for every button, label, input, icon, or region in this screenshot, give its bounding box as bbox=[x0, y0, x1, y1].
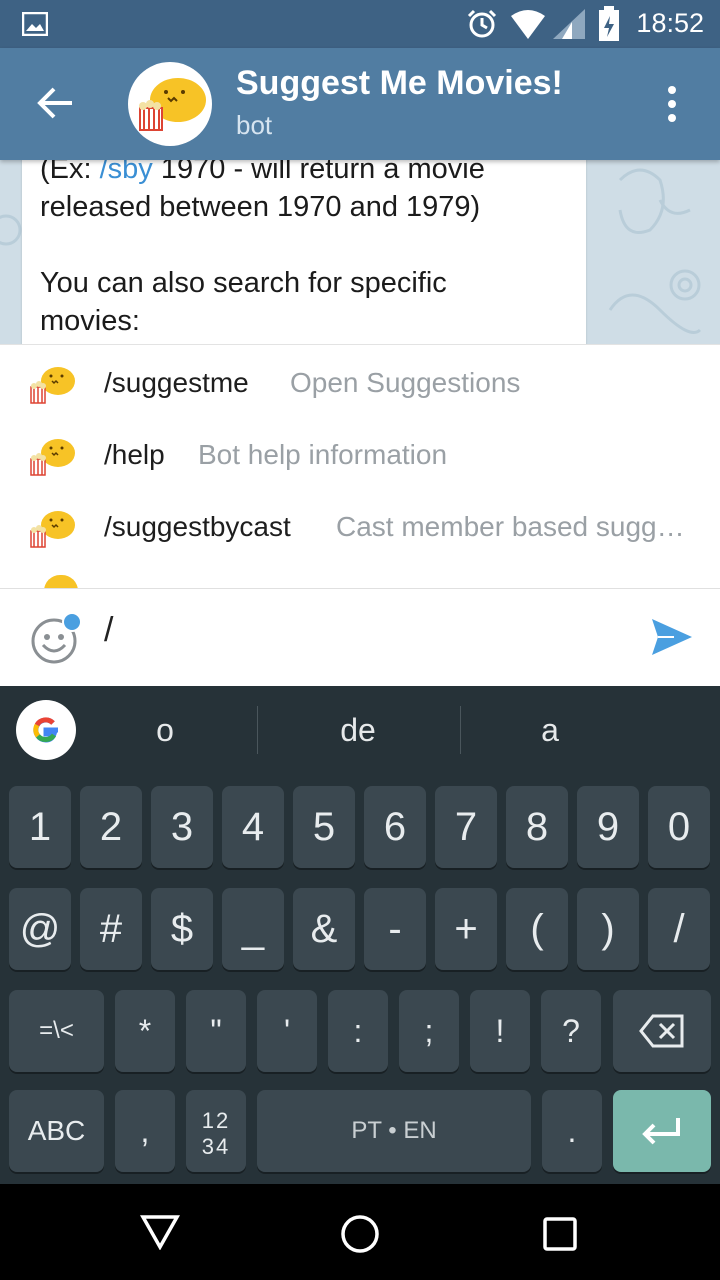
key-dollar[interactable]: $ bbox=[151, 888, 213, 970]
signal-icon bbox=[553, 9, 585, 39]
suggestion-description: Cast member based sugg… bbox=[336, 511, 685, 542]
key-3[interactable]: 3 bbox=[151, 786, 213, 868]
message-bubble: (Ex: /sby 1970 - will return a movie rel… bbox=[22, 160, 586, 344]
popcorn-face-icon bbox=[139, 78, 206, 131]
key-5[interactable]: 5 bbox=[293, 786, 355, 868]
key-more-symbols[interactable]: =\< bbox=[9, 990, 104, 1072]
suggestion-item-partial[interactable] bbox=[0, 563, 720, 589]
key-asterisk[interactable]: * bbox=[115, 990, 175, 1072]
key-numpad[interactable]: 12 34 bbox=[186, 1090, 246, 1172]
key-exclamation[interactable]: ! bbox=[470, 990, 530, 1072]
divider bbox=[257, 706, 258, 754]
chat-area: (Ex: /sby 1970 - will return a movie rel… bbox=[0, 160, 720, 344]
key-period[interactable]: . bbox=[542, 1090, 602, 1172]
key-left-paren[interactable]: ( bbox=[506, 888, 568, 970]
key-space[interactable]: PT • EN bbox=[257, 1090, 531, 1172]
key-comma[interactable]: , bbox=[115, 1090, 175, 1172]
key-at[interactable]: @ bbox=[9, 888, 71, 970]
message-line-4: movies: bbox=[40, 305, 140, 337]
suggestion-description: Open Suggestions bbox=[290, 367, 521, 398]
suggestion-word[interactable]: de bbox=[283, 712, 433, 749]
suggestion-word[interactable]: a bbox=[475, 712, 625, 749]
key-right-paren[interactable]: ) bbox=[577, 888, 639, 970]
suggestion-item[interactable]: /suggestme Open Suggestions bbox=[0, 347, 720, 419]
back-triangle-icon[interactable] bbox=[140, 1214, 180, 1250]
key-colon[interactable]: : bbox=[328, 990, 388, 1072]
popcorn-face-icon bbox=[30, 439, 75, 476]
key-1[interactable]: 1 bbox=[9, 786, 71, 868]
backspace-icon bbox=[639, 1014, 684, 1048]
home-circle-icon[interactable] bbox=[340, 1214, 380, 1254]
key-9[interactable]: 9 bbox=[577, 786, 639, 868]
enter-icon bbox=[642, 1118, 680, 1145]
suggestion-command: /suggestme bbox=[104, 367, 249, 398]
google-g-icon bbox=[33, 717, 58, 743]
key-6[interactable]: 6 bbox=[364, 786, 426, 868]
popcorn-face-icon bbox=[30, 511, 75, 548]
key-backspace[interactable] bbox=[613, 990, 711, 1072]
suggestion-description: Bot help information bbox=[198, 439, 448, 470]
key-enter[interactable] bbox=[613, 1090, 711, 1172]
divider bbox=[460, 706, 461, 754]
suggestion-command: /suggestbycast bbox=[104, 511, 291, 542]
key-plus[interactable]: + bbox=[435, 888, 497, 970]
key-semicolon[interactable]: ; bbox=[399, 990, 459, 1072]
navigation-bar bbox=[0, 1184, 720, 1280]
chat-subtitle: bot bbox=[236, 110, 273, 140]
message-line-1: (Ex: /sby 1970 - will return a movie bbox=[40, 160, 580, 188]
keyboard-suggestion-bar: o de a bbox=[0, 686, 720, 778]
emoji-icon[interactable] bbox=[28, 611, 84, 667]
bot-avatar[interactable] bbox=[128, 62, 212, 146]
key-hash[interactable]: # bbox=[80, 888, 142, 970]
command-suggestions: /suggestme Open Suggestions /help Bot he… bbox=[0, 344, 720, 589]
key-8[interactable]: 8 bbox=[506, 786, 568, 868]
command-link[interactable]: /sby bbox=[100, 160, 153, 185]
clock: 18:52 bbox=[636, 8, 704, 38]
recents-square-icon[interactable] bbox=[542, 1216, 578, 1252]
message-input-bar: / bbox=[0, 588, 720, 687]
keyboard: o de a 1 2 3 4 5 6 7 8 9 0 @ # $ _ & - +… bbox=[0, 686, 720, 1184]
chat-background-pattern bbox=[608, 168, 702, 334]
key-4[interactable]: 4 bbox=[222, 786, 284, 868]
send-icon[interactable] bbox=[650, 615, 694, 659]
wifi-icon bbox=[511, 10, 545, 39]
battery-icon bbox=[599, 6, 619, 41]
key-minus[interactable]: - bbox=[364, 888, 426, 970]
key-double-quote[interactable]: " bbox=[186, 990, 246, 1072]
key-slash[interactable]: / bbox=[648, 888, 710, 970]
back-arrow-icon[interactable] bbox=[36, 86, 74, 120]
key-7[interactable]: 7 bbox=[435, 786, 497, 868]
popcorn-face-icon bbox=[30, 367, 75, 404]
message-line-3: You can also search for specific bbox=[40, 267, 447, 299]
google-button[interactable] bbox=[16, 700, 76, 760]
suggestion-item[interactable]: /help Bot help information bbox=[0, 419, 720, 491]
key-question[interactable]: ? bbox=[541, 990, 601, 1072]
popcorn-face-icon bbox=[44, 575, 78, 589]
key-2[interactable]: 2 bbox=[80, 786, 142, 868]
message-input[interactable]: / bbox=[104, 611, 113, 650]
key-underscore[interactable]: _ bbox=[222, 888, 284, 970]
chat-header: Suggest Me Movies! bot bbox=[0, 48, 720, 160]
gallery-icon bbox=[22, 12, 48, 36]
key-0[interactable]: 0 bbox=[648, 786, 710, 868]
message-line-2: released between 1970 and 1979) bbox=[40, 191, 481, 223]
suggestion-command: /help bbox=[104, 439, 165, 470]
key-abc[interactable]: ABC bbox=[9, 1090, 104, 1172]
chat-background-pattern-left bbox=[0, 214, 22, 246]
suggestion-word[interactable]: o bbox=[90, 712, 240, 749]
key-single-quote[interactable]: ' bbox=[257, 990, 317, 1072]
status-bar: 18:52 bbox=[0, 0, 720, 48]
alarm-icon bbox=[467, 9, 497, 38]
suggestion-item[interactable]: /suggestbycast Cast member based sugg… bbox=[0, 491, 720, 563]
key-ampersand[interactable]: & bbox=[293, 888, 355, 970]
more-options-icon[interactable] bbox=[662, 84, 682, 124]
chat-title[interactable]: Suggest Me Movies! bbox=[236, 64, 563, 103]
